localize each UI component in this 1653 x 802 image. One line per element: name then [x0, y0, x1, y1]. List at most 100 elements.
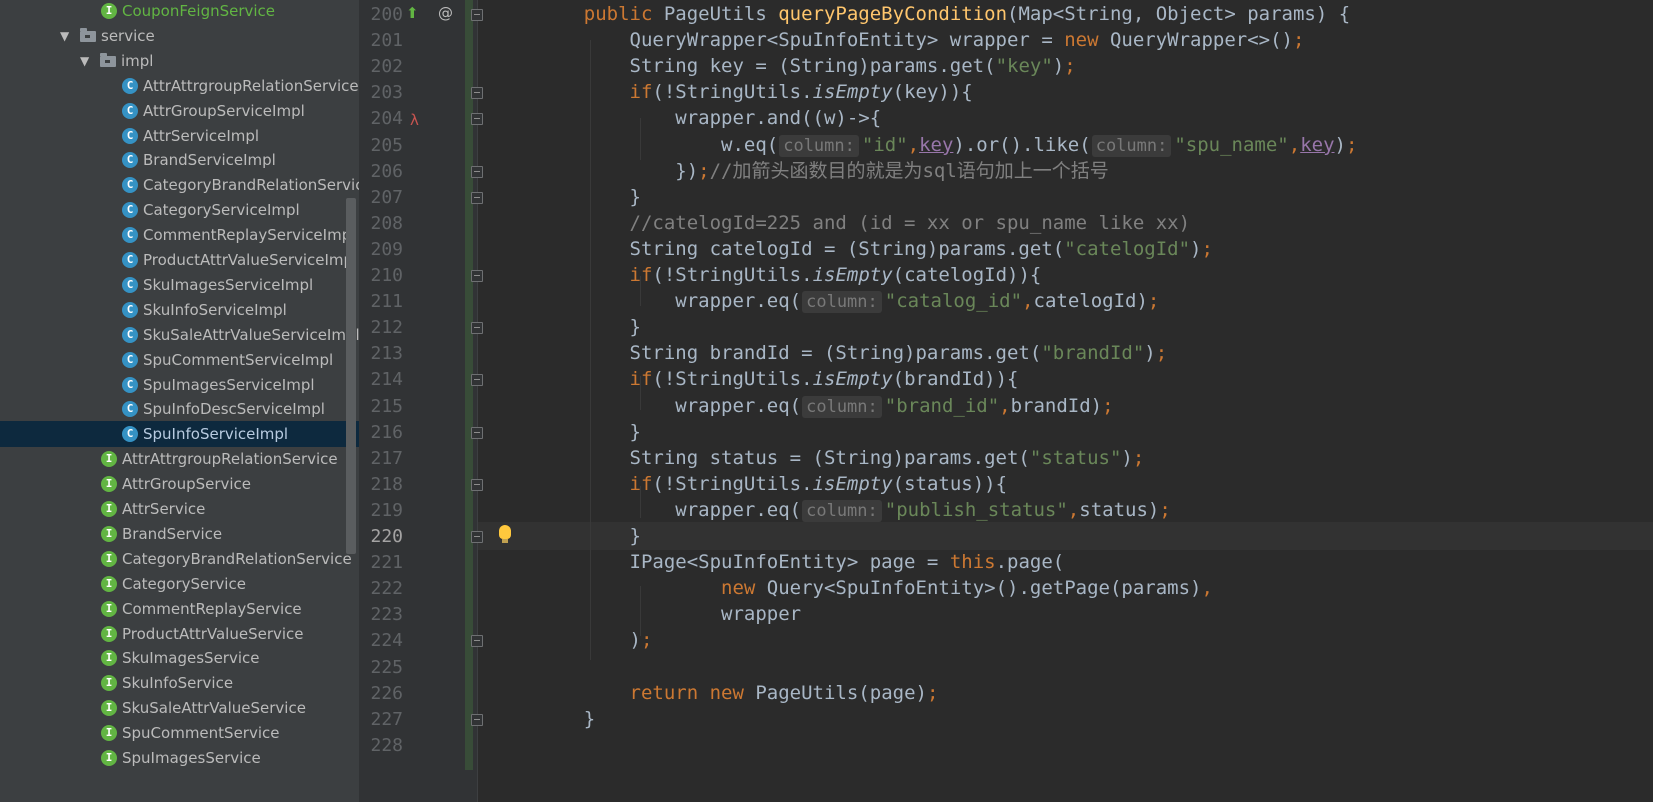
fold-marker-icon[interactable] — [471, 270, 483, 282]
tree-item-label: ProductAttrValueService — [122, 624, 304, 643]
code-token: ) — [1334, 133, 1346, 156]
code-line[interactable]: String catelogId = (String)params.get("c… — [538, 236, 1213, 263]
code-token: , — [907, 133, 920, 156]
fold-marker-icon[interactable] — [471, 426, 483, 439]
code-line[interactable]: if(!StringUtils.isEmpty(catelogId)){ — [538, 262, 1042, 289]
code-token: String status = (String)params.get( — [538, 446, 1030, 469]
code-token: }) — [538, 159, 699, 182]
code-line[interactable]: public PageUtils queryPageByCondition(Ma… — [538, 1, 1350, 28]
lightbulb-icon[interactable] — [499, 525, 511, 543]
code-token: if — [629, 368, 653, 391]
code-line[interactable]: } — [538, 706, 595, 733]
lambda-icon[interactable]: λ — [410, 110, 419, 130]
tree-item-label: AttrGroupService — [122, 475, 252, 494]
code-line[interactable]: } — [538, 314, 641, 341]
fold-marker-icon[interactable] — [471, 531, 483, 543]
code-line[interactable]: } — [538, 184, 641, 211]
line-number: 225 — [370, 656, 403, 678]
code-line[interactable]: wrapper.eq(column: "brand_id",brandId); — [538, 393, 1114, 420]
expand-arrow-icon[interactable]: ▼ — [80, 48, 89, 74]
fold-marker-icon[interactable] — [471, 478, 483, 491]
code-line[interactable]: } — [538, 523, 641, 550]
parameter-hint: column: — [802, 499, 882, 522]
tree-item-label: ProductAttrValueServiceImpl — [143, 251, 358, 269]
code-token: "status" — [1029, 446, 1122, 469]
code-token: wrapper.and((w)->{ — [538, 107, 882, 130]
class-icon: C — [122, 351, 138, 368]
fold-marker-icon[interactable] — [471, 322, 483, 335]
project-tree[interactable]: I CouponFeignService ▼ service ▼ impl C AttrAtt… — [0, 0, 359, 802]
tree-scrollbar[interactable] — [346, 198, 356, 554]
fold-marker-icon[interactable] — [471, 374, 483, 387]
code-line[interactable]: wrapper — [538, 601, 801, 628]
code-line[interactable]: if(!StringUtils.isEmpty(key)){ — [538, 79, 973, 106]
line-number: 209 — [370, 238, 403, 260]
code-token: status) — [1079, 498, 1160, 521]
line-number: 227 — [370, 708, 403, 730]
code-token: ; — [1201, 237, 1213, 260]
class-icon: C — [122, 77, 138, 94]
code-token: , — [1288, 133, 1301, 156]
code-token: ; — [1102, 394, 1114, 417]
interface-icon: I — [101, 675, 117, 692]
code-token: } — [538, 525, 641, 547]
code-token: isEmpty — [812, 368, 893, 391]
at-icon[interactable]: @ — [438, 3, 453, 23]
line-number: 215 — [370, 395, 403, 417]
code-token: ; — [698, 159, 710, 182]
fold-marker-icon[interactable] — [471, 635, 483, 648]
interface-icon: I — [101, 700, 117, 717]
tree-item-spuinfoserviceimpl[interactable]: C SpuInfoServiceImpl — [0, 421, 359, 448]
code-token: isEmpty — [812, 81, 893, 104]
override-up-icon[interactable]: ⬆ — [406, 3, 419, 23]
tree-item-label: AttrAttrgroupRelationServiceImpl — [143, 76, 359, 95]
fold-marker-icon[interactable] — [471, 9, 483, 21]
code-token: "spu_name" — [1174, 133, 1289, 156]
code-token: new — [721, 577, 767, 600]
line-number: 216 — [370, 421, 403, 443]
code-line[interactable]: wrapper.eq(column: "publish_status",statu… — [538, 497, 1171, 524]
line-number: 205 — [370, 134, 403, 156]
code-line[interactable]: String brandId = (String)params.get("bra… — [538, 340, 1168, 367]
code-token: ) — [1052, 55, 1065, 78]
class-icon: C — [122, 202, 138, 219]
code-line[interactable]: String status = (String)params.get("stat… — [538, 445, 1145, 472]
code-line[interactable]: String key = (String)params.get("key"); — [538, 53, 1076, 80]
fold-marker-icon[interactable] — [471, 87, 483, 100]
code-line[interactable]: if(!StringUtils.isEmpty(status)){ — [538, 471, 1008, 498]
code-line[interactable]: if(!StringUtils.isEmpty(brandId)){ — [538, 366, 1019, 393]
code-token: QueryWrapper<>() — [1109, 29, 1293, 52]
line-number: 222 — [370, 578, 403, 600]
code-line[interactable]: return new PageUtils(page); — [538, 680, 939, 707]
code-line[interactable]: } — [538, 419, 641, 446]
code-token: "brand_id" — [884, 394, 1000, 417]
fold-marker-icon[interactable] — [471, 191, 483, 204]
code-line[interactable]: wrapper.eq(column: "catalog_id",catelogId… — [538, 288, 1159, 315]
code-line[interactable]: QueryWrapper<SpuInfoEntity> wrapper = ne… — [538, 27, 1305, 54]
code-token: "id" — [861, 133, 908, 156]
code-token: new — [709, 681, 756, 704]
code-token: .page( — [995, 551, 1065, 574]
fold-marker-icon[interactable] — [471, 113, 483, 126]
expand-arrow-icon[interactable]: ▼ — [60, 23, 69, 49]
fold-marker-icon[interactable] — [471, 165, 483, 178]
code-line[interactable]: //catelogId=225 and (id = xx or spu_name… — [538, 210, 1191, 237]
tree-item-label: SpuInfoDescServiceImpl — [143, 400, 325, 419]
line-number: 208 — [370, 212, 403, 234]
interface-icon: I — [101, 600, 117, 617]
fold-marker-icon[interactable] — [471, 713, 483, 726]
code-token: } — [538, 420, 641, 443]
code-line[interactable]: w.eq(column: "id",key).or().like(column: "… — [538, 132, 1357, 159]
code-line[interactable]: new Query<SpuInfoEntity>().getPage(param… — [538, 575, 1213, 602]
tree-item-label: SpuInfoServiceImpl — [143, 425, 289, 444]
code-line[interactable]: });//加箭头函数目的就是为sql语句加上一个括号 — [538, 158, 1109, 185]
code-line[interactable]: ); — [538, 627, 653, 654]
tree-item-label: AttrServiceImpl — [143, 126, 260, 145]
code-line[interactable]: wrapper.and((w)->{ — [538, 105, 881, 132]
code-line[interactable]: IPage<SpuInfoEntity> page = this.page( — [538, 549, 1065, 576]
tree-item-label: CommentReplayServiceImpl — [143, 226, 356, 245]
code-token: PageUtils — [663, 3, 779, 25]
code-token: ).or().like( — [953, 133, 1091, 156]
